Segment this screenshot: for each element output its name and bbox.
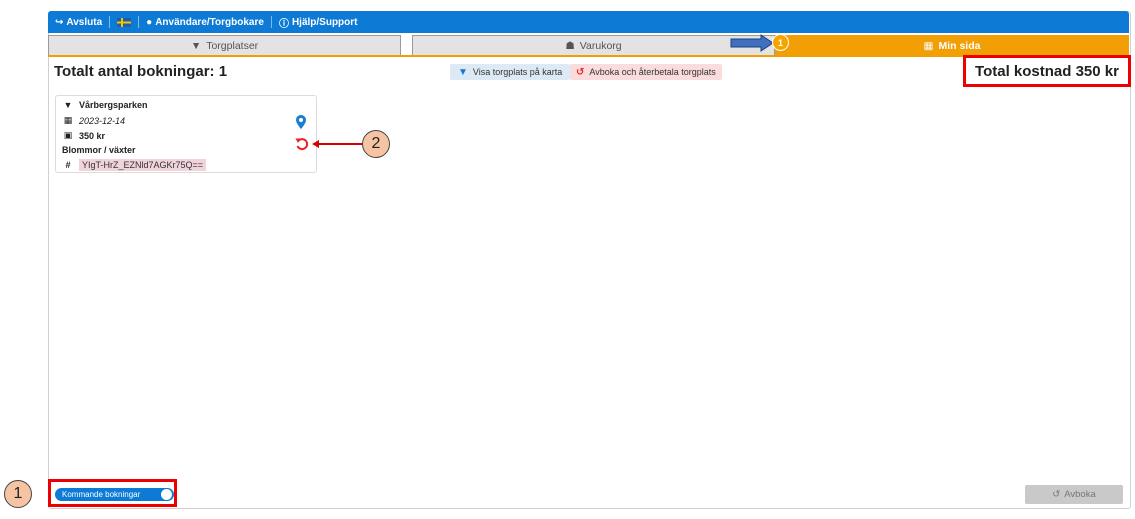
info-icon: ⓘ — [278, 18, 289, 30]
map-button-label: Visa torgplats på karta — [472, 67, 563, 77]
user-menu-button[interactable]: ● Användare/Torgbokare — [139, 11, 271, 33]
booking-price: 350 kr — [79, 130, 106, 141]
show-on-map-button[interactable]: ▼ Visa torgplats på karta — [450, 64, 571, 80]
tab-min-sida[interactable]: ▦ Min sida — [775, 35, 1129, 55]
annotation-arrow-red — [312, 140, 364, 148]
cart-count-badge: 1 — [772, 34, 789, 51]
user-icon: ● — [146, 16, 153, 28]
logout-label: Avsluta — [66, 16, 103, 28]
toggle-label: Kommande bokningar — [62, 490, 141, 499]
basket-icon: ☗ — [565, 39, 575, 52]
tab-varukorg[interactable]: ☗ Varukorg — [412, 35, 775, 55]
calendar-icon: ▦ — [63, 115, 73, 125]
total-cost: Total kostnad 350 kr — [963, 55, 1131, 87]
undo-icon: ↺ — [576, 66, 585, 78]
tab-label: Varukorg — [579, 39, 622, 52]
annotation-callout-1: 1 — [4, 480, 32, 508]
toggle-knob — [161, 489, 172, 500]
help-label: Hjälp/Support — [291, 16, 358, 28]
map-pin-icon[interactable] — [296, 115, 306, 129]
hashtag-icon: # — [65, 160, 71, 170]
calendar-icon: ▦ — [923, 39, 934, 52]
money-icon: ▣ — [63, 130, 73, 140]
swedish-flag-icon — [117, 17, 132, 27]
booking-category: Blommor / växter — [62, 145, 136, 155]
cancel-booking-label: Avboka — [1064, 489, 1096, 500]
booking-card: ▼ Vårbergsparken ▦ 2023-12-14 ▣ 350 kr B… — [55, 95, 317, 173]
booking-price-row: ▣ 350 kr — [62, 130, 105, 141]
booking-code: YIgT-HrZ_EZNld7AGKr75Q== — [79, 159, 207, 171]
main-tabs: ▼ Torgplatser ☗ Varukorg ▦ Min sida — [48, 35, 1129, 56]
tab-label: Torgplatser — [206, 39, 259, 52]
annotation-arrow-blue — [730, 34, 774, 52]
tab-torgplatser[interactable]: ▼ Torgplatser — [48, 35, 401, 55]
booking-location-row: ▼ Vårbergsparken — [62, 100, 148, 110]
undo-icon: ↺ — [1052, 489, 1061, 500]
cancel-booking-button[interactable]: ↺ Avboka — [1025, 485, 1123, 504]
booking-location: Vårbergsparken — [79, 100, 148, 110]
cancel-refund-label: Avboka och återbetala torgplats — [589, 67, 716, 77]
tab-label: Min sida — [938, 39, 981, 52]
page-title: Totalt antal bokningar: 1 — [54, 63, 228, 80]
logout-button[interactable]: ↪ Avsluta — [48, 11, 109, 33]
map-marker-icon: ▼ — [63, 100, 73, 110]
top-navbar: ↪ Avsluta ● Användare/Torgbokare ⓘ Hjälp… — [48, 11, 1129, 33]
upcoming-bookings-toggle[interactable]: Kommande bokningar — [55, 488, 174, 501]
annotation-callout-2: 2 — [362, 130, 390, 158]
help-button[interactable]: ⓘ Hjälp/Support — [272, 11, 365, 33]
map-marker-icon: ▼ — [190, 39, 202, 52]
language-flag-button[interactable] — [110, 11, 138, 33]
logout-icon: ↪ — [55, 16, 64, 28]
booking-category-row: Blommor / växter — [62, 145, 136, 155]
cancel-booking-icon[interactable] — [295, 137, 309, 151]
cancel-refund-button[interactable]: ↺ Avboka och återbetala torgplats — [570, 64, 722, 80]
booking-code-row: # YIgT-HrZ_EZNld7AGKr75Q== — [62, 159, 207, 171]
user-label: Användare/Torgbokare — [155, 16, 264, 28]
map-marker-icon: ▼ — [458, 66, 468, 78]
booking-date: 2023-12-14 — [79, 115, 126, 126]
booking-date-row: ▦ 2023-12-14 — [62, 115, 125, 126]
